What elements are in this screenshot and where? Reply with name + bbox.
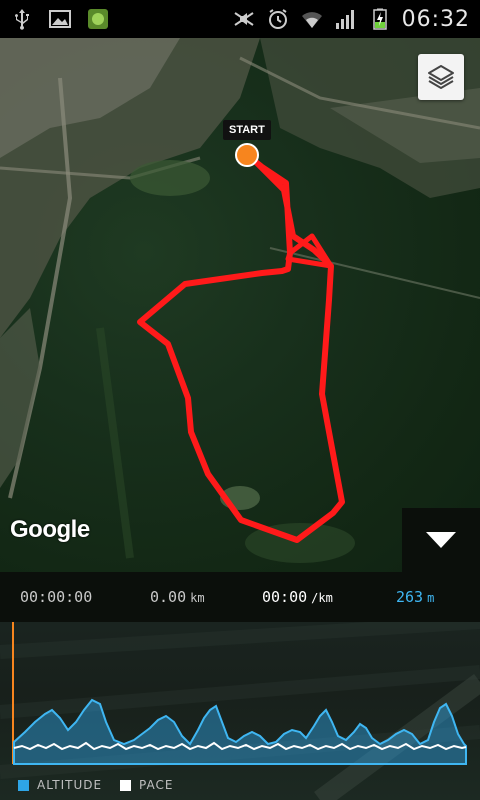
- start-marker: [235, 143, 259, 167]
- status-bar: 06:32: [0, 0, 480, 38]
- pace-value: 00:00/km: [262, 588, 333, 606]
- clock: 06:32: [401, 6, 470, 32]
- layers-button[interactable]: [418, 54, 464, 100]
- duration-value: 00:00:00: [20, 588, 93, 606]
- layers-icon: [428, 65, 454, 89]
- google-logo: Google: [10, 516, 90, 543]
- chevron-down-icon: [426, 532, 456, 548]
- altitude-value: 263 m: [396, 588, 435, 606]
- distance-value: 0.00 km: [150, 588, 205, 606]
- collapse-button[interactable]: [402, 508, 480, 572]
- route-track: [137, 152, 345, 543]
- pace-swatch: [120, 779, 132, 791]
- legend-pace: PACE: [139, 778, 174, 792]
- alarm-icon: [268, 9, 287, 29]
- start-label: START: [223, 120, 271, 140]
- legend-altitude: ALTITUDE: [37, 778, 103, 792]
- profile-chart: ALTITUDE PACE: [0, 622, 480, 800]
- map-view[interactable]: START Google: [0, 38, 480, 572]
- gallery-icon: [49, 10, 71, 28]
- battery-charging-icon: [372, 8, 387, 30]
- satellite-imagery: [0, 38, 480, 563]
- chart-legend: ALTITUDE PACE: [18, 778, 173, 792]
- stats-row: 00:00:00 0.00 km 00:00/km 263 m: [0, 572, 480, 622]
- signal-icon: [335, 10, 354, 29]
- profile-chart-svg: [0, 622, 480, 800]
- wifi-icon: [301, 12, 322, 28]
- usb-icon: [15, 9, 29, 30]
- altitude-swatch: [18, 779, 29, 791]
- android-icon: [88, 9, 108, 29]
- mute-icon: [234, 12, 254, 26]
